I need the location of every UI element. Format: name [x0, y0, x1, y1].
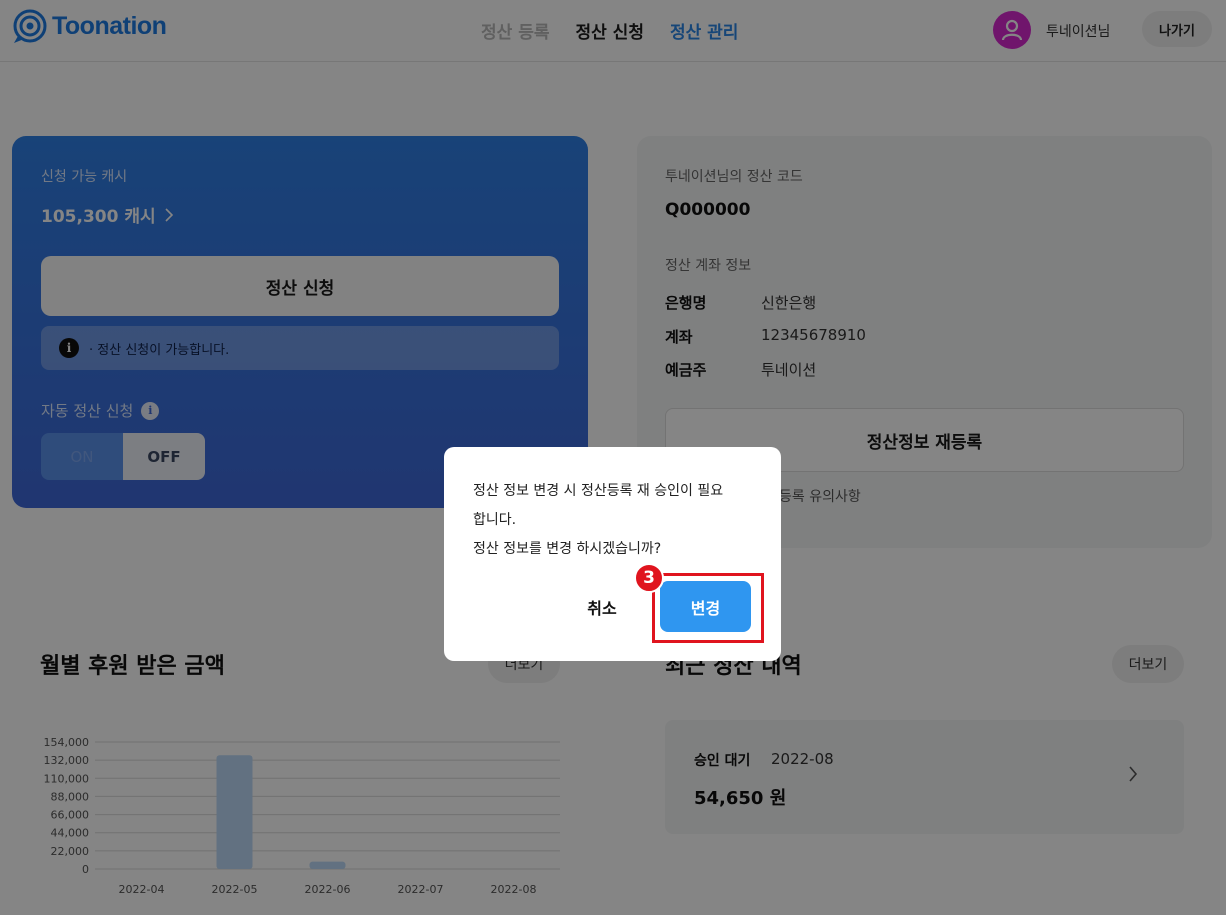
step-badge: 3 — [634, 563, 664, 593]
cancel-button[interactable]: 취소 — [574, 589, 630, 625]
dialog-line: 정산 정보 변경 시 정산등록 재 승인이 필요 — [473, 483, 724, 499]
dialog-line: 정산 정보를 변경 하시겠습니까? — [473, 541, 662, 557]
highlight-box — [652, 573, 764, 643]
dialog-line: 합니다. — [473, 512, 517, 528]
dialog-message: 정산 정보 변경 시 정산등록 재 승인이 필요 합니다. 정산 정보를 변경 … — [473, 477, 763, 564]
